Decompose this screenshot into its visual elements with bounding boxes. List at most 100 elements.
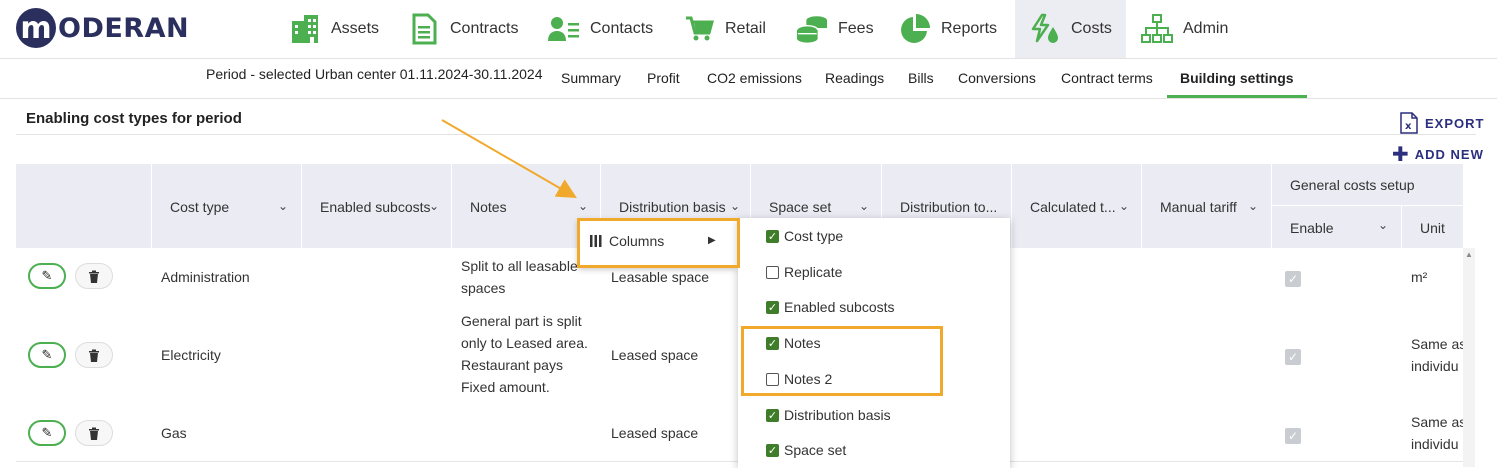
contacts-icon: [548, 13, 580, 45]
checkbox-checked[interactable]: ✓: [766, 300, 779, 314]
unit-cell: Same as individu: [1411, 411, 1466, 455]
edit-button[interactable]: ✎: [28, 342, 66, 368]
option-label: Enabled subcosts: [784, 299, 895, 315]
chevron-down-icon[interactable]: ⌄: [1378, 218, 1388, 232]
enable-checkbox: ✓: [1285, 349, 1301, 365]
column-label: Distribution basis: [619, 199, 726, 215]
checkbox-checked[interactable]: ✓: [766, 408, 779, 422]
unit-cell: Same as individu: [1411, 333, 1466, 377]
notes-line: only to Leased area.: [461, 335, 588, 351]
column-header-manual-tariff[interactable]: Manual tariff ⌄: [1142, 164, 1272, 248]
column-label: Calculated t...: [1030, 199, 1116, 215]
highlight-box-columns: [577, 218, 740, 268]
option-label: Space set: [784, 442, 847, 458]
table-scrollbar[interactable]: ▲: [1463, 248, 1475, 467]
tab-building-settings[interactable]: Building settings: [1167, 58, 1307, 98]
plus-icon: ✚: [1392, 143, 1410, 166]
export-button[interactable]: x EXPORT: [1399, 112, 1484, 134]
tab-conversions[interactable]: Conversions: [958, 58, 1036, 98]
checkbox-checked[interactable]: ✓: [766, 443, 779, 457]
building-icon: [289, 13, 321, 45]
nav-fees[interactable]: Fees: [796, 0, 874, 58]
scroll-up-arrow-icon[interactable]: ▲: [1465, 250, 1473, 259]
column-label: Manual tariff: [1160, 199, 1237, 215]
tab-co2-emissions[interactable]: CO2 emissions: [707, 58, 802, 98]
nav-contacts[interactable]: Contacts: [548, 0, 653, 58]
nav-contracts[interactable]: Contracts: [408, 0, 518, 58]
notes-line: Fixed amount.: [461, 379, 550, 395]
notes-line: Split to all leasable: [461, 258, 578, 274]
nav-assets[interactable]: Assets: [289, 0, 379, 58]
column-header-enable[interactable]: Enable ⌄: [1272, 206, 1402, 248]
column-option-space-set[interactable]: ✓ Space set: [766, 442, 846, 458]
tab-summary[interactable]: Summary: [561, 58, 621, 98]
nav-fees-label: Fees: [838, 20, 874, 37]
edit-button[interactable]: ✎: [28, 263, 66, 289]
moderan-logo[interactable]: m ODERAN: [16, 6, 189, 50]
section-title: Enabling cost types for period: [26, 110, 242, 127]
add-new-button[interactable]: ✚ ADD NEW: [1392, 143, 1484, 166]
checkbox-checked[interactable]: ✓: [766, 229, 779, 243]
column-option-replicate[interactable]: Replicate: [766, 264, 842, 280]
column-label: Enable: [1290, 220, 1334, 236]
nav-admin[interactable]: Admin: [1141, 0, 1228, 58]
chevron-down-icon[interactable]: ⌄: [1248, 199, 1258, 213]
cost-type-cell: Electricity: [161, 347, 221, 363]
actions-column-header: [16, 164, 152, 248]
nav-reports-label: Reports: [941, 20, 998, 37]
cost-type-cell: Administration: [161, 269, 250, 285]
chevron-down-icon[interactable]: ⌄: [859, 199, 869, 213]
column-header-enabled-subcosts[interactable]: Enabled subcosts ⌄: [302, 164, 452, 248]
nav-costs[interactable]: Costs: [1015, 0, 1126, 58]
column-header-cost-type[interactable]: Cost type ⌄: [152, 164, 302, 248]
group-label: General costs setup: [1290, 177, 1415, 193]
group-header-general-costs: General costs setup: [1272, 164, 1464, 206]
pencil-icon: ✎: [41, 268, 53, 283]
column-option-cost-type[interactable]: ✓ Cost type: [766, 228, 843, 244]
enable-checkbox: ✓: [1285, 271, 1301, 287]
nav-costs-label: Costs: [1071, 20, 1112, 37]
sub-navigation: Period - selected Urban center 01.11.202…: [0, 58, 1497, 99]
enable-checkbox: ✓: [1285, 428, 1301, 444]
excel-file-icon: x: [1399, 112, 1419, 134]
logo-mark: m: [16, 8, 56, 48]
column-label: Distribution to...: [900, 199, 998, 215]
column-header-calculated-tariff[interactable]: Calculated t... ⌄: [1012, 164, 1142, 248]
edit-button[interactable]: ✎: [28, 420, 66, 446]
checkbox-unchecked[interactable]: [766, 265, 779, 279]
delete-button[interactable]: [75, 342, 113, 368]
column-label: Space set: [769, 199, 832, 215]
add-new-label: ADD NEW: [1414, 147, 1484, 162]
top-navigation-bar: m ODERAN Assets Contracts Contacts Retai…: [0, 0, 1497, 59]
column-label: Unit: [1420, 220, 1445, 236]
column-header-unit[interactable]: Unit: [1402, 206, 1464, 248]
unit-line: Same as: [1411, 414, 1467, 430]
delete-button[interactable]: [75, 263, 113, 289]
column-label: Cost type: [170, 199, 230, 215]
nav-reports[interactable]: Reports: [899, 0, 997, 58]
annotation-arrow-icon: [441, 119, 577, 199]
nav-admin-label: Admin: [1183, 20, 1229, 37]
tab-contract-terms[interactable]: Contract terms: [1061, 58, 1153, 98]
column-option-enabled-subcosts[interactable]: ✓ Enabled subcosts: [766, 299, 895, 315]
tab-readings[interactable]: Readings: [825, 58, 884, 98]
pencil-icon: ✎: [41, 425, 53, 440]
nav-retail[interactable]: Retail: [683, 0, 766, 58]
chevron-down-icon[interactable]: ⌄: [730, 199, 740, 213]
column-option-distribution-basis[interactable]: ✓ Distribution basis: [766, 407, 891, 423]
export-label: EXPORT: [1425, 115, 1485, 131]
chevron-down-icon[interactable]: ⌄: [278, 199, 288, 213]
pencil-icon: ✎: [41, 347, 53, 362]
highlight-box-notes-options: [741, 326, 943, 396]
tab-bills[interactable]: Bills: [908, 58, 934, 98]
chevron-down-icon[interactable]: ⌄: [1119, 199, 1129, 213]
tab-profit[interactable]: Profit: [647, 58, 680, 98]
coins-icon: [796, 13, 828, 45]
nav-retail-label: Retail: [725, 20, 766, 37]
period-selector[interactable]: Period - selected Urban center 01.11.202…: [206, 54, 543, 94]
delete-button[interactable]: [75, 420, 113, 446]
notes-cell: Split to all leasable spaces: [461, 255, 578, 299]
cost-type-cell: Gas: [161, 425, 187, 441]
nav-assets-label: Assets: [331, 20, 380, 37]
unit-line: Same as: [1411, 336, 1467, 352]
